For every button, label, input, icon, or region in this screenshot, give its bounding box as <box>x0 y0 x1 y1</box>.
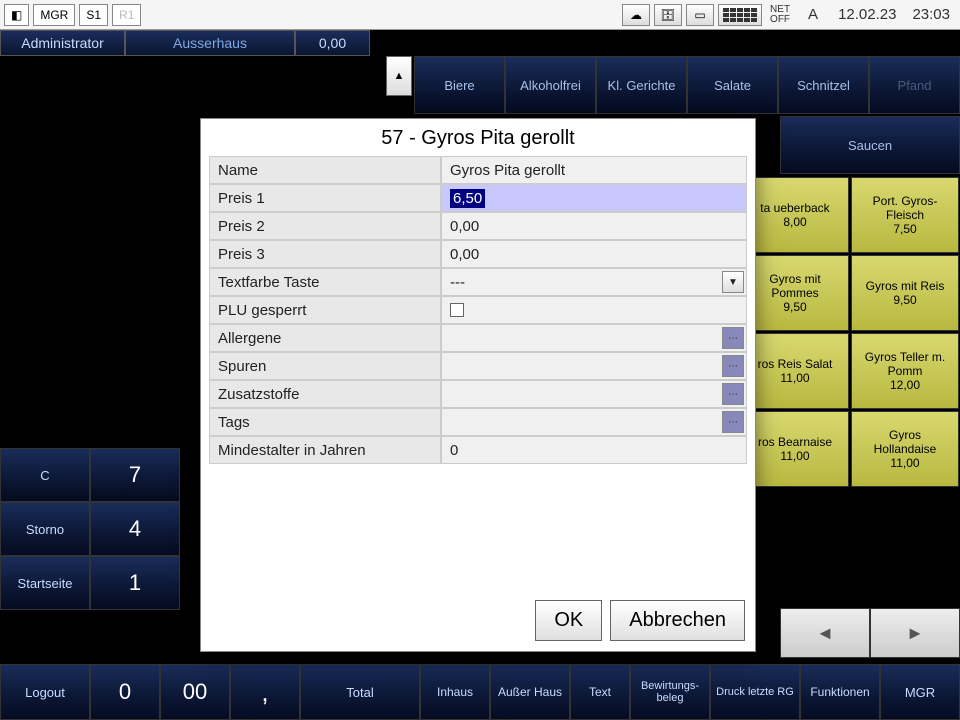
product-button[interactable]: Gyros mit Reis9,50 <box>851 255 959 331</box>
mgr-button[interactable]: MGR <box>33 4 75 26</box>
top-bar: ◧ MGR S1 R1 ☁ 🗄 ▭ NETOFF A 12.02.23 23:0… <box>0 0 960 30</box>
note-icon[interactable]: ▭ <box>686 4 714 26</box>
product-button[interactable]: Gyros Hollandaise11,00 <box>851 411 959 487</box>
plu-field[interactable] <box>441 296 747 324</box>
cat-saucen[interactable]: Saucen <box>780 116 960 174</box>
database-icon[interactable]: 🗄 <box>654 4 682 26</box>
tags-field[interactable]: ⋯ <box>441 408 747 436</box>
tags-label: Tags <box>209 408 441 436</box>
name-field[interactable]: Gyros Pita gerollt <box>441 156 747 184</box>
picker-icon[interactable]: ⋯ <box>722 355 744 377</box>
storno-button[interactable]: Storno <box>0 502 90 556</box>
textfarbe-label: Textfarbe Taste <box>209 268 441 296</box>
num-00[interactable]: 00 <box>160 664 230 720</box>
ausserhaus-label[interactable]: Ausserhaus <box>125 30 295 56</box>
status-letter: A <box>798 6 828 23</box>
keyboard-icon[interactable] <box>718 4 762 26</box>
product-button[interactable]: ta ueberback8,00 <box>741 177 849 253</box>
num-4[interactable]: 4 <box>90 502 180 556</box>
cat-biere[interactable]: Biere <box>414 56 505 114</box>
plu-label: PLU gesperrt <box>209 296 441 324</box>
category-row: Biere Alkoholfrei Kl. Gerichte Salate Sc… <box>414 56 960 114</box>
spuren-field[interactable]: ⋯ <box>441 352 747 380</box>
cat-pfand[interactable]: Pfand <box>869 56 960 114</box>
inhaus-button[interactable]: Inhaus <box>420 664 490 720</box>
num-column: 7 4 1 <box>90 448 180 610</box>
picker-icon[interactable]: ⋯ <box>722 411 744 433</box>
edit-dialog: 57 - Gyros Pita gerollt NameGyros Pita g… <box>200 118 756 652</box>
cat-schnitzel[interactable]: Schnitzel <box>778 56 869 114</box>
preis3-field[interactable]: 0,00 <box>441 240 747 268</box>
r1-button[interactable]: R1 <box>112 4 141 26</box>
product-button[interactable]: Port. Gyros-Fleisch7,50 <box>851 177 959 253</box>
startseite-button[interactable]: Startseite <box>0 556 90 610</box>
ausserhaus-button[interactable]: Außer Haus <box>490 664 570 720</box>
allergene-label: Allergene <box>209 324 441 352</box>
cat-kl-gerichte[interactable]: Kl. Gerichte <box>596 56 687 114</box>
druck-button[interactable]: Druck letzte RG <box>710 664 800 720</box>
zusatz-field[interactable]: ⋯ <box>441 380 747 408</box>
ok-button[interactable]: OK <box>535 600 602 641</box>
preis2-label: Preis 2 <box>209 212 441 240</box>
spuren-label: Spuren <box>209 352 441 380</box>
mgr-button-bottom[interactable]: MGR <box>880 664 960 720</box>
allergene-field[interactable]: ⋯ <box>441 324 747 352</box>
product-button[interactable]: Gyros Teller m. Pomm12,00 <box>851 333 959 409</box>
system-menu-icon[interactable]: ◧ <box>4 4 29 26</box>
preis3-label: Preis 3 <box>209 240 441 268</box>
amount-label: 0,00 <box>295 30 370 56</box>
preis2-field[interactable]: 0,00 <box>441 212 747 240</box>
product-button[interactable]: Gyros mit Pommes9,50 <box>741 255 849 331</box>
num-0[interactable]: 0 <box>90 664 160 720</box>
prev-page-button[interactable]: ◄ <box>780 608 870 658</box>
text-button[interactable]: Text <box>570 664 630 720</box>
preis1-label: Preis 1 <box>209 184 441 212</box>
time-label: 23:03 <box>906 6 956 23</box>
textfarbe-field[interactable]: ---▼ <box>441 268 747 296</box>
s1-button[interactable]: S1 <box>79 4 108 26</box>
bewirtungsbeleg-button[interactable]: Bewirtungs- beleg <box>630 664 710 720</box>
mindestalter-label: Mindestalter in Jahren <box>209 436 441 464</box>
dialog-title: 57 - Gyros Pita gerollt <box>201 119 755 156</box>
logout-button[interactable]: Logout <box>0 664 90 720</box>
scroll-up-button[interactable]: ▲ <box>386 56 412 96</box>
cloud-icon[interactable]: ☁ <box>622 4 650 26</box>
main-area: ▲ Biere Alkoholfrei Kl. Gerichte Salate … <box>0 56 960 664</box>
picker-icon[interactable]: ⋯ <box>722 383 744 405</box>
admin-label[interactable]: Administrator <box>0 30 125 56</box>
dropdown-icon[interactable]: ▼ <box>722 271 744 293</box>
picker-icon[interactable]: ⋯ <box>722 327 744 349</box>
plu-checkbox[interactable] <box>450 303 464 317</box>
comma-button[interactable]: , <box>230 664 300 720</box>
date-label: 12.02.23 <box>832 6 902 23</box>
product-grid: ta ueberback8,00 Port. Gyros-Fleisch7,50… <box>740 176 960 488</box>
left-column: C Storno Startseite <box>0 448 90 610</box>
product-button[interactable]: ros Reis Salat11,00 <box>741 333 849 409</box>
cancel-button[interactable]: Abbrechen <box>610 600 745 641</box>
nav-arrows: ◄ ► <box>780 608 960 658</box>
num-1[interactable]: 1 <box>90 556 180 610</box>
product-button[interactable]: ros Bearnaise11,00 <box>741 411 849 487</box>
total-button[interactable]: Total <box>300 664 420 720</box>
name-label: Name <box>209 156 441 184</box>
mindestalter-field[interactable]: 0 <box>441 436 747 464</box>
zusatz-label: Zusatzstoffe <box>209 380 441 408</box>
bottom-bar: Logout 0 00 , Total Inhaus Außer Haus Te… <box>0 664 960 720</box>
cat-alkoholfrei[interactable]: Alkoholfrei <box>505 56 596 114</box>
funktionen-button[interactable]: Funktionen <box>800 664 880 720</box>
header-row: Administrator Ausserhaus 0,00 <box>0 30 960 56</box>
cat-salate[interactable]: Salate <box>687 56 778 114</box>
c-button[interactable]: C <box>0 448 90 502</box>
preis1-field[interactable]: 6,50 <box>441 184 747 212</box>
num-7[interactable]: 7 <box>90 448 180 502</box>
next-page-button[interactable]: ► <box>870 608 960 658</box>
net-status: NETOFF <box>766 5 794 25</box>
